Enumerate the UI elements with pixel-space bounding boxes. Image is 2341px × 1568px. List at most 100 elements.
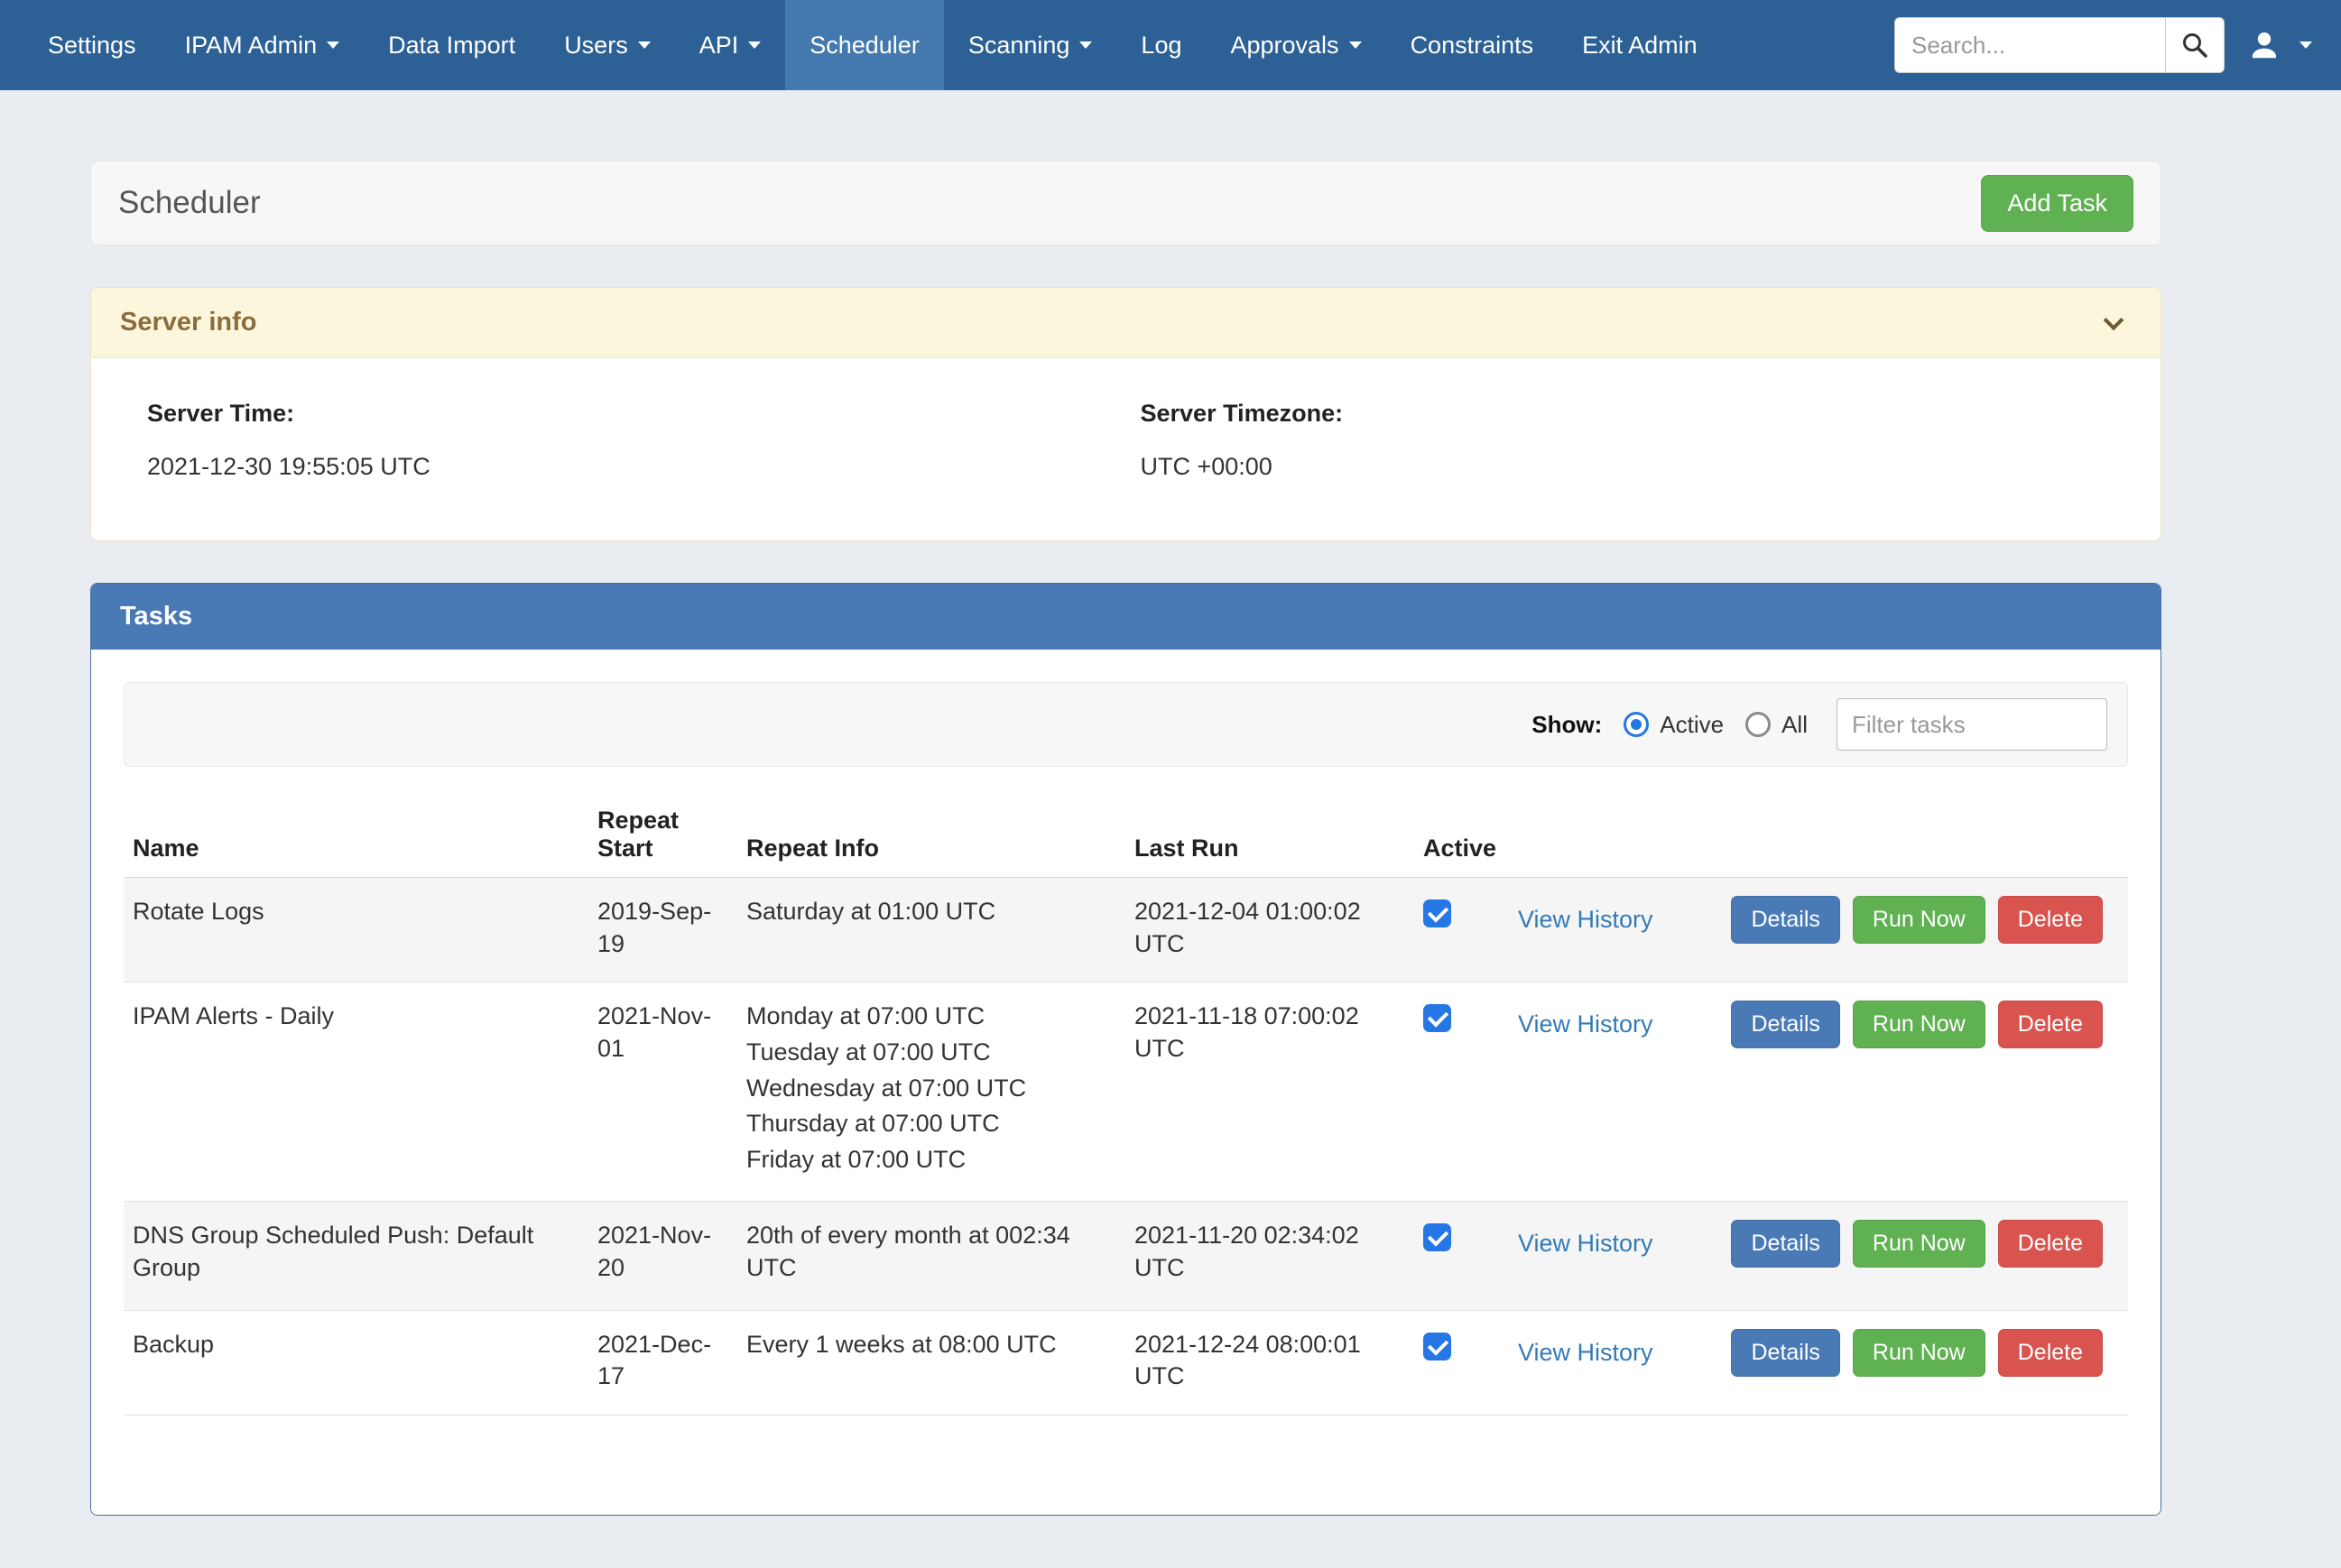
nav-item-label: IPAM Admin (185, 32, 318, 60)
server-timezone-value: UTC +00:00 (1141, 453, 2134, 481)
search-input[interactable] (1894, 17, 2165, 73)
nav-item-ipam-admin[interactable]: IPAM Admin (161, 0, 365, 90)
repeat-start-cell: 2021-Nov-01 (588, 982, 737, 1202)
navbar-right (1894, 0, 2318, 90)
nav-item-log[interactable]: Log (1116, 0, 1206, 90)
table-row: Rotate Logs2019-Sep-19Saturday at 01:00 … (124, 878, 2128, 982)
nav-item-approvals[interactable]: Approvals (1206, 0, 1385, 90)
repeat-info-line: Saturday at 01:00 UTC (746, 896, 1100, 928)
view-history-link[interactable]: View History (1518, 904, 1653, 936)
top-navbar: Settings IPAM Admin Data Import Users API Sch… (0, 0, 2341, 90)
task-name-cell: IPAM Alerts - Daily (124, 982, 588, 1202)
run-now-button[interactable]: Run Now (1853, 1329, 1985, 1377)
radio-all-label: All (1781, 711, 1808, 739)
active-checkbox[interactable] (1423, 899, 1451, 927)
chevron-down-icon (1349, 42, 1362, 49)
view-history-link[interactable]: View History (1518, 1337, 1653, 1370)
nav-item-label: Approvals (1230, 32, 1338, 60)
radio-all-button[interactable] (1745, 712, 1771, 737)
table-row: DNS Group Scheduled Push: Default Group2… (124, 1202, 2128, 1310)
tasks-table-head: Name Repeat Start Repeat Info Last Run A… (124, 798, 2128, 878)
active-cell (1414, 982, 1509, 1202)
tasks-panel: Tasks Show: Active All (90, 583, 2161, 1516)
nav-item-label: Log (1141, 32, 1181, 60)
nav-item-api[interactable]: API (675, 0, 786, 90)
radio-active-button[interactable] (1624, 712, 1649, 737)
last-run-cell: 2021-11-20 02:34:02 UTC (1125, 1202, 1414, 1310)
nav-item-label: Settings (48, 32, 136, 60)
task-name-cell: DNS Group Scheduled Push: Default Group (124, 1202, 588, 1310)
row-actions: View History Details Run Now Delete (1518, 1329, 2103, 1377)
radio-active[interactable]: Active (1624, 711, 1724, 739)
nav-item-label: Scheduler (810, 32, 920, 60)
server-timezone-label: Server Timezone: (1141, 400, 2134, 428)
task-name-cell: Backup (124, 1310, 588, 1415)
repeat-start-cell: 2021-Nov-20 (588, 1202, 737, 1310)
scheduler-header-panel: Scheduler Add Task (90, 161, 2161, 245)
row-actions: View History Details Run Now Delete (1518, 896, 2103, 944)
tasks-filter-bar: Show: Active All (124, 682, 2128, 767)
user-icon (2248, 29, 2281, 61)
run-now-button[interactable]: Run Now (1853, 896, 1985, 944)
active-cell (1414, 1202, 1509, 1310)
actions-cell: View History Details Run Now Delete (1509, 982, 2128, 1202)
server-info-body: Server Time: 2021-12-30 19:55:05 UTC Ser… (91, 358, 2161, 540)
actions-cell: View History Details Run Now Delete (1509, 1310, 2128, 1415)
show-label: Show: (1531, 711, 1602, 739)
repeat-info-cell: Saturday at 01:00 UTC (737, 878, 1125, 982)
nav-item-label: Constraints (1411, 32, 1534, 60)
details-button[interactable]: Details (1731, 1001, 1839, 1048)
delete-button[interactable]: Delete (1998, 1329, 2103, 1377)
active-checkbox[interactable] (1423, 1004, 1451, 1032)
active-checkbox[interactable] (1423, 1223, 1451, 1251)
actions-cell: View History Details Run Now Delete (1509, 878, 2128, 982)
chevron-down-icon (748, 42, 761, 49)
search-button[interactable] (2165, 17, 2225, 73)
filter-tasks-input[interactable] (1837, 698, 2107, 751)
nav-item-scheduler[interactable]: Scheduler (785, 0, 944, 90)
run-now-button[interactable]: Run Now (1853, 1220, 1985, 1268)
nav-item-users[interactable]: Users (540, 0, 675, 90)
radio-all[interactable]: All (1745, 711, 1808, 739)
delete-button[interactable]: Delete (1998, 896, 2103, 944)
active-checkbox[interactable] (1423, 1333, 1451, 1360)
view-history-link[interactable]: View History (1518, 1228, 1653, 1260)
delete-button[interactable]: Delete (1998, 1220, 2103, 1268)
repeat-info-line: 20th of every month at 002:34 UTC (746, 1220, 1100, 1284)
repeat-info-line: Wednesday at 07:00 UTC (746, 1073, 1100, 1105)
details-button[interactable]: Details (1731, 896, 1839, 944)
chevron-down-icon (327, 42, 339, 49)
details-button[interactable]: Details (1731, 1220, 1839, 1268)
user-menu[interactable] (2243, 29, 2318, 61)
server-info-panel: Server info Server Time: 2021-12-30 19:5… (90, 287, 2161, 541)
nav-item-constraints[interactable]: Constraints (1386, 0, 1559, 90)
view-history-link[interactable]: View History (1518, 1009, 1653, 1041)
nav-item-settings[interactable]: Settings (23, 0, 161, 90)
nav-item-data-import[interactable]: Data Import (364, 0, 540, 90)
nav-item-label: API (699, 32, 739, 60)
task-name-cell: Rotate Logs (124, 878, 588, 982)
table-row: IPAM Alerts - Daily2021-Nov-01Monday at … (124, 982, 2128, 1202)
nav-item-scanning[interactable]: Scanning (944, 0, 1117, 90)
chevron-down-icon[interactable] (2104, 309, 2124, 330)
repeat-info-line: Thursday at 07:00 UTC (746, 1108, 1100, 1140)
run-now-button[interactable]: Run Now (1853, 1001, 1985, 1048)
search-group (1894, 17, 2225, 73)
delete-button[interactable]: Delete (1998, 1001, 2103, 1048)
server-time-column: Server Time: 2021-12-30 19:55:05 UTC (147, 400, 1141, 481)
tasks-panel-header: Tasks (91, 584, 2161, 650)
server-time-value: 2021-12-30 19:55:05 UTC (147, 453, 1141, 481)
server-info-header[interactable]: Server info (91, 288, 2161, 358)
repeat-info-line: Monday at 07:00 UTC (746, 1001, 1100, 1033)
nav-item-label: Users (564, 32, 628, 60)
search-icon (2181, 32, 2208, 59)
repeat-info-cell: Monday at 07:00 UTCTuesday at 07:00 UTCW… (737, 982, 1125, 1202)
nav-item-exit-admin[interactable]: Exit Admin (1558, 0, 1722, 90)
main-content: Scheduler Add Task Server info Server Ti… (0, 90, 2341, 1516)
repeat-info-line: Friday at 07:00 UTC (746, 1144, 1100, 1176)
column-header-repeat-info: Repeat Info (737, 798, 1125, 878)
add-task-button[interactable]: Add Task (1981, 175, 2133, 232)
details-button[interactable]: Details (1731, 1329, 1839, 1377)
tasks-table-body: Rotate Logs2019-Sep-19Saturday at 01:00 … (124, 878, 2128, 1416)
server-info-title: Server info (120, 308, 257, 337)
